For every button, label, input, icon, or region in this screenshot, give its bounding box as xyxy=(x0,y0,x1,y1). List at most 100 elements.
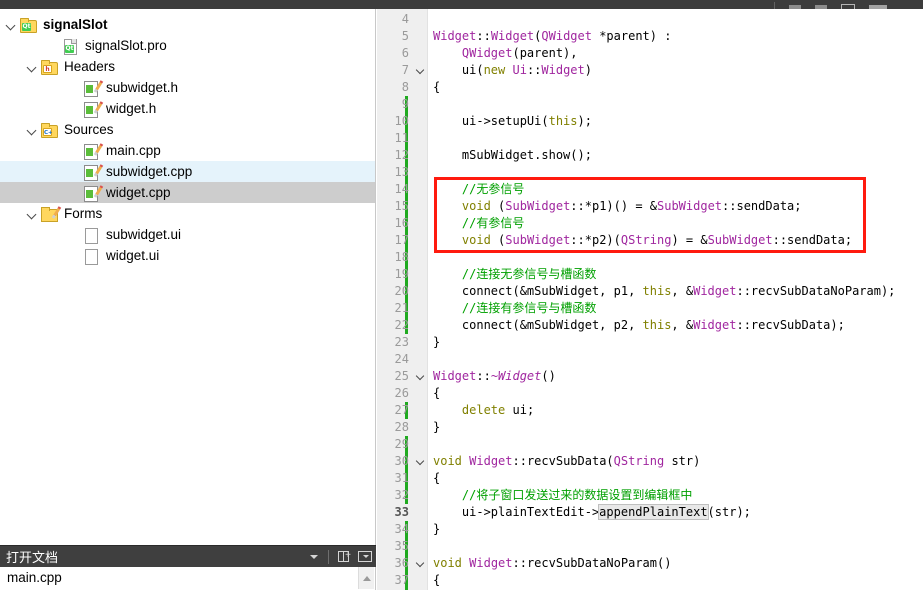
code-token: SubWidget xyxy=(707,233,773,247)
line-number: 15 xyxy=(394,199,409,213)
source-file-icon xyxy=(83,79,104,97)
code-line: void Widget::recvSubData(QString str) xyxy=(428,453,700,470)
code-token: } xyxy=(433,522,441,536)
line-number: 21 xyxy=(394,301,409,315)
code-line: ui->setupUi(this); xyxy=(428,113,592,130)
tree-item-headers[interactable]: h Headers xyxy=(0,56,375,77)
line-number: 13 xyxy=(394,165,409,179)
tree-item-sources[interactable]: C+ Sources xyxy=(0,119,375,140)
source-file-icon xyxy=(83,163,104,181)
tree-item-forms[interactable]: Forms xyxy=(0,203,375,224)
code-line: QWidget(parent), xyxy=(428,45,578,62)
tree-item-label: subwidget.ui xyxy=(106,226,182,242)
line-number: 17 xyxy=(394,233,409,247)
line-number: 12 xyxy=(394,148,409,162)
code-editor[interactable]: 4 5 6 7 8 9 10 11 12 13 14 15 16 17 18 19 20 21 22 23 24 25 26… xyxy=(377,9,923,590)
tree-item-signalslot[interactable]: Qt signalSlot xyxy=(0,14,375,35)
close-panel-icon[interactable] xyxy=(354,547,376,567)
code-token: ui->plainTextEdit-> xyxy=(433,505,600,519)
code-token: connect(&mSubWidget, p1, xyxy=(433,284,643,298)
chevron-down-icon[interactable] xyxy=(4,18,18,32)
occurrence-highlight: appendPlainText xyxy=(598,504,709,520)
open-documents-list[interactable]: main.cpp xyxy=(0,567,376,590)
forms-folder-icon xyxy=(41,205,62,222)
tree-item-label: widget.cpp xyxy=(106,184,171,200)
code-token: ::sendData; xyxy=(722,199,802,213)
code-token: Widget xyxy=(469,556,513,570)
code-token: ::sendData; xyxy=(772,233,853,247)
scroll-up-button[interactable] xyxy=(358,567,374,589)
line-number: 27 xyxy=(394,403,409,417)
project-tree[interactable]: Qt signalSlot Qt signalSlot.pro h Headers subw… xyxy=(0,9,375,266)
code-text-area[interactable]: Widget::Widget(QWidget *parent) : QWidge… xyxy=(428,9,923,590)
code-token: :: xyxy=(526,63,542,77)
fold-marker-icon[interactable] xyxy=(417,458,425,466)
tree-item-widget-ui[interactable]: widget.ui xyxy=(0,245,375,266)
line-number: 7 xyxy=(377,62,428,79)
open-documents-panel: 打开文档 + main.cpp xyxy=(0,545,376,590)
code-line: void (SubWidget::*p1)() = &SubWidget::se… xyxy=(428,198,802,215)
code-token: } xyxy=(433,335,441,349)
code-token: ); xyxy=(577,114,592,128)
tree-twisty-spacer xyxy=(67,144,81,158)
code-line: delete ui; xyxy=(428,402,534,419)
chevron-down-icon[interactable] xyxy=(25,60,39,74)
top-toolbar-icons xyxy=(774,0,887,9)
split-add-icon[interactable]: + xyxy=(332,547,354,567)
line-number: 9 xyxy=(401,97,409,111)
code-token: ) xyxy=(584,63,592,77)
chevron-down-icon[interactable] xyxy=(25,123,39,137)
tree-twisty-spacer xyxy=(67,165,81,179)
chevron-down-icon[interactable] xyxy=(25,207,39,221)
project-tree-pane[interactable]: Qt signalSlot Qt signalSlot.pro h Headers subw… xyxy=(0,9,376,545)
editor-gutter: 4 5 6 7 8 9 10 11 12 13 14 15 16 17 18 19 20 21 22 23 24 25 26… xyxy=(377,9,428,590)
line-number: 28 xyxy=(394,420,409,434)
code-line: //将子窗口发送过来的数据设置到编辑框中 xyxy=(428,487,692,504)
tree-item-main-cpp[interactable]: main.cpp xyxy=(0,140,375,161)
qt-creator-window: Qt signalSlot Qt signalSlot.pro h Headers subw… xyxy=(0,0,923,590)
code-line: } xyxy=(428,521,440,538)
line-number: 23 xyxy=(394,335,409,349)
code-token: ::*p1)() = & xyxy=(570,199,657,213)
code-token: SubWidget xyxy=(505,233,571,247)
code-line: //连接无参信号与槽函数 xyxy=(428,266,596,283)
line-number: 6 xyxy=(401,46,409,60)
tree-item-subwidget-ui[interactable]: subwidget.ui xyxy=(0,224,375,245)
code-token: () xyxy=(541,369,556,383)
code-token: { xyxy=(433,573,441,587)
code-line: Widget::~Widget() xyxy=(428,368,556,385)
tree-item-subwidget-cpp[interactable]: subwidget.cpp xyxy=(0,161,375,182)
tree-item-widget-h[interactable]: widget.h xyxy=(0,98,375,119)
qt-project-folder-icon: Qt xyxy=(20,17,37,33)
code-token: //连接有参信号与槽函数 xyxy=(433,301,597,315)
line-number: 5 xyxy=(401,29,409,43)
line-number: 25 xyxy=(377,368,428,385)
tree-item-subwidget-h[interactable]: subwidget.h xyxy=(0,77,375,98)
code-token: mSubWidget.show(); xyxy=(433,148,592,162)
line-number: 29 xyxy=(394,437,409,451)
code-token: { xyxy=(433,471,441,485)
line-number: 10 xyxy=(394,114,409,128)
code-token: , & xyxy=(671,284,694,298)
fold-marker-icon[interactable] xyxy=(417,560,425,568)
tree-item-signalslot-pro[interactable]: Qt signalSlot.pro xyxy=(0,35,375,56)
fold-marker-icon[interactable] xyxy=(417,67,425,75)
code-token: QWidget xyxy=(461,46,513,60)
chevron-down-icon[interactable] xyxy=(303,547,325,567)
open-document-item[interactable]: main.cpp xyxy=(7,570,62,585)
code-token: void xyxy=(461,199,491,213)
ui-file-icon xyxy=(83,248,99,265)
code-token: QString xyxy=(620,233,672,247)
fold-marker-icon[interactable] xyxy=(417,373,425,381)
headers-folder-icon: h xyxy=(41,59,58,75)
header-divider xyxy=(328,549,329,564)
tree-twisty-spacer xyxy=(67,228,81,242)
code-token: this xyxy=(548,114,578,128)
tree-item-widget-cpp[interactable]: widget.cpp xyxy=(0,182,375,203)
code-token: connect(&mSubWidget, p2, xyxy=(433,318,643,332)
tree-item-label: widget.ui xyxy=(106,247,160,263)
